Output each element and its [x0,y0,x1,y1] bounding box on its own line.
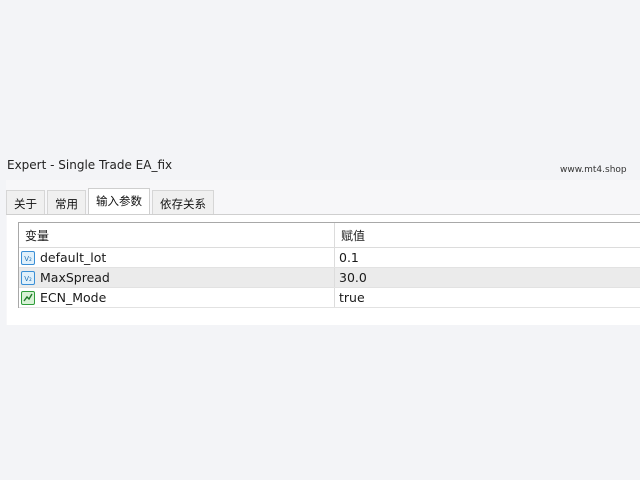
grid-header: 变量 赋值 [19,223,640,248]
tab-about[interactable]: 关于 [6,190,45,214]
watermark-text: www.mt4.shop [560,165,627,175]
table-row[interactable]: V₂ default_lot 0.1 [19,248,640,268]
param-name: default_lot [40,250,107,265]
column-header-value[interactable]: 赋值 [335,223,640,247]
param-name-cell[interactable]: V₂ MaxSpread [19,268,335,287]
double-value-icon: V₂ [21,250,35,265]
tab-common[interactable]: 常用 [47,190,86,214]
param-name-cell[interactable]: ECN_Mode [19,288,335,307]
table-row[interactable]: V₂ MaxSpread 30.0 [19,268,640,288]
param-name: ECN_Mode [40,290,107,305]
param-value-cell[interactable]: true [335,288,640,307]
table-row[interactable]: ECN_Mode true [19,288,640,308]
svg-text:V₂: V₂ [24,275,32,283]
parameters-grid: 变量 赋值 V₂ default_lot 0.1 V₂ MaxSpread 30… [18,222,640,308]
dialog-window: Expert - Single Trade EA_fix www.mt4.sho… [0,0,640,480]
tab-inputs[interactable]: 输入参数 [88,188,150,215]
param-name-cell[interactable]: V₂ default_lot [19,248,335,267]
column-header-variable[interactable]: 变量 [19,223,335,247]
tab-dependencies[interactable]: 依存关系 [152,190,214,214]
param-value-cell[interactable]: 30.0 [335,268,640,287]
double-value-icon: V₂ [21,270,35,285]
boolean-value-icon [21,290,35,305]
tab-bar: 关于 常用 输入参数 依存关系 [6,188,216,215]
dialog-title: Expert - Single Trade EA_fix [7,158,173,172]
param-name: MaxSpread [40,270,110,285]
param-value-cell[interactable]: 0.1 [335,248,640,267]
svg-text:V₂: V₂ [24,255,32,263]
